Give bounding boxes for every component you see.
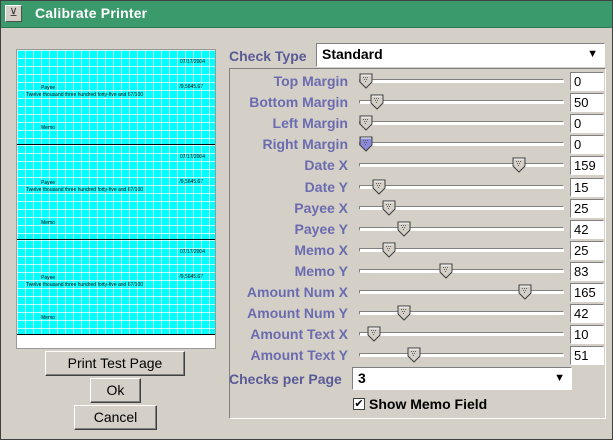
slider-value-field[interactable]: 0 bbox=[570, 72, 604, 91]
slider-label: Amount Text X bbox=[250, 326, 348, 342]
preview-check: 07/17/2004/9,5645.67 Payee Twelve thousand… bbox=[17, 145, 215, 240]
preview-memo: Memo bbox=[41, 220, 55, 226]
slider-value-field[interactable]: 50 bbox=[570, 93, 604, 112]
slider-track[interactable] bbox=[359, 163, 564, 167]
preview-amount-text: Twelve thousand three hundred forty-five… bbox=[26, 92, 144, 98]
show-memo-checkbox[interactable]: ✔ bbox=[353, 398, 365, 410]
slider-value-field[interactable]: 15 bbox=[570, 178, 604, 197]
slider-track[interactable] bbox=[359, 185, 564, 189]
slider-value-field[interactable]: 0 bbox=[570, 114, 604, 133]
slider-thumb[interactable] bbox=[382, 242, 396, 258]
check-type-label: Check Type bbox=[229, 48, 307, 64]
slider-label: Payee X bbox=[294, 200, 348, 216]
preview-payee: Payee bbox=[41, 85, 56, 91]
slider-thumb[interactable] bbox=[367, 326, 381, 342]
slider-value-field[interactable]: 0 bbox=[570, 135, 604, 154]
preview-amount-text: Twelve thousand three hundred forty-five… bbox=[26, 187, 144, 193]
preview-date: 07/17/2004 bbox=[179, 249, 205, 255]
slider-track[interactable] bbox=[359, 100, 564, 104]
slider-thumb[interactable] bbox=[359, 73, 373, 89]
slider-thumb[interactable] bbox=[439, 263, 453, 279]
show-memo-label[interactable]: Show Memo Field bbox=[369, 396, 487, 412]
slider-value-field[interactable]: 25 bbox=[570, 241, 604, 260]
window-title: Calibrate Printer bbox=[35, 5, 148, 21]
slider-track[interactable] bbox=[359, 269, 564, 273]
slider-label: Amount Num Y bbox=[247, 305, 348, 321]
slider-label: Top Margin bbox=[273, 73, 348, 89]
slider-thumb[interactable] bbox=[397, 221, 411, 237]
preview-amount-text: Twelve thousand three hundred forty-five… bbox=[26, 282, 144, 288]
slider-label: Amount Num X bbox=[246, 284, 348, 300]
slider-thumb[interactable] bbox=[370, 94, 384, 110]
preview-payee: Payee bbox=[41, 275, 56, 281]
preview-amount: /9,5645.67 bbox=[179, 84, 203, 90]
preview-memo: Memo bbox=[41, 125, 55, 131]
checks-per-page-label: Checks per Page bbox=[229, 371, 342, 387]
slider-label: Memo X bbox=[294, 242, 348, 258]
slider-track[interactable] bbox=[359, 290, 564, 294]
slider-label: Bottom Margin bbox=[249, 94, 348, 110]
slider-value-field[interactable]: 25 bbox=[570, 199, 604, 218]
title-bar: ⊻ Calibrate Printer bbox=[1, 1, 612, 28]
preview-date: 07/17/2004 bbox=[179, 154, 205, 160]
slider-thumb[interactable] bbox=[372, 179, 386, 195]
slider-label: Left Margin bbox=[272, 115, 348, 131]
slider-value-field[interactable]: 83 bbox=[570, 262, 604, 281]
slider-label: Payee Y bbox=[294, 221, 348, 237]
slider-value-field[interactable]: 42 bbox=[570, 304, 604, 323]
slider-label: Memo Y bbox=[294, 263, 348, 279]
slider-track[interactable] bbox=[359, 79, 564, 83]
check-preview: 07/17/2004/9,5645.67 Payee Twelve thousand… bbox=[16, 49, 216, 349]
slider-label: Date X bbox=[304, 157, 348, 173]
slider-thumb[interactable] bbox=[407, 347, 421, 363]
cancel-button[interactable]: Cancel bbox=[74, 405, 157, 430]
slider-value-field[interactable]: 10 bbox=[570, 325, 604, 344]
slider-label: Amount Text Y bbox=[250, 347, 349, 363]
slider-track[interactable] bbox=[359, 311, 564, 315]
slider-thumb[interactable] bbox=[359, 136, 373, 152]
preview-date: 07/17/2004 bbox=[179, 59, 205, 65]
slider-value-field[interactable]: 42 bbox=[570, 220, 604, 239]
preview-amount: /9,5645.67 bbox=[179, 179, 203, 185]
dropdown-arrow-icon: ▼ bbox=[587, 48, 598, 60]
checks-per-page-value: 3 bbox=[358, 370, 366, 386]
slider-thumb[interactable] bbox=[397, 305, 411, 321]
preview-check: 07/17/2004/9,5645.67 Payee Twelve thousand… bbox=[17, 50, 215, 145]
preview-memo: Memo bbox=[41, 315, 55, 321]
ok-button[interactable]: Ok bbox=[90, 378, 141, 403]
preview-check: 07/17/2004/9,5645.67 Payee Twelve thousand… bbox=[17, 240, 215, 335]
slider-track[interactable] bbox=[359, 227, 564, 231]
calibrate-printer-dialog: ⊻ Calibrate Printer 07/17/2004/9,5645.67… bbox=[0, 0, 613, 440]
print-test-page-button[interactable]: Print Test Page bbox=[45, 351, 185, 376]
check-type-select[interactable]: Standard ▼ bbox=[316, 43, 605, 67]
window-menu-icon[interactable]: ⊻ bbox=[5, 5, 22, 22]
slider-label: Right Margin bbox=[262, 136, 348, 152]
slider-thumb[interactable] bbox=[518, 284, 532, 300]
slider-value-field[interactable]: 51 bbox=[570, 346, 604, 365]
slider-track[interactable] bbox=[359, 142, 564, 146]
slider-label: Date Y bbox=[304, 179, 348, 195]
slider-track[interactable] bbox=[359, 121, 564, 125]
slider-value-field[interactable]: 165 bbox=[570, 283, 604, 302]
dropdown-arrow-icon: ▼ bbox=[554, 372, 565, 384]
slider-thumb[interactable] bbox=[359, 115, 373, 131]
preview-payee: Payee bbox=[41, 180, 56, 186]
slider-thumb[interactable] bbox=[382, 200, 396, 216]
slider-track[interactable] bbox=[359, 332, 564, 336]
slider-track[interactable] bbox=[359, 353, 564, 357]
checks-per-page-select[interactable]: 3 ▼ bbox=[352, 367, 572, 390]
slider-value-field[interactable]: 159 bbox=[570, 156, 604, 175]
slider-thumb[interactable] bbox=[512, 157, 526, 173]
check-type-value: Standard bbox=[322, 46, 383, 62]
preview-amount: /9,5645.67 bbox=[179, 274, 203, 280]
